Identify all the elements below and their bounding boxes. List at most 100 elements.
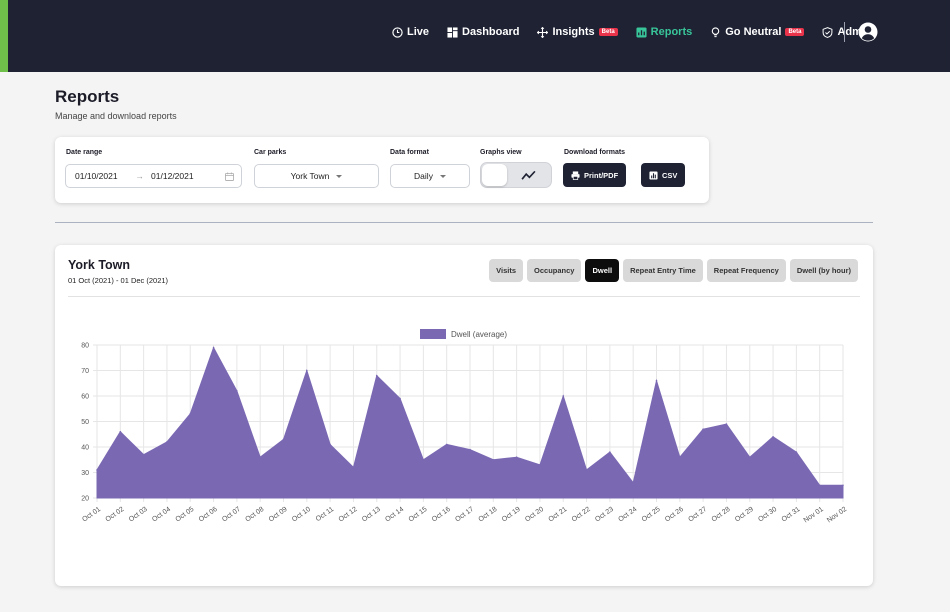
x-tick-label: Oct 13 <box>361 506 382 524</box>
beta-badge: Beta <box>785 28 805 36</box>
data-point <box>702 428 704 430</box>
data-point <box>96 469 98 471</box>
x-tick-label: Oct 09 <box>268 506 289 524</box>
data-point <box>306 369 308 372</box>
graphs-view-label: Graphs view <box>480 149 522 156</box>
brand-accent-strip <box>0 0 8 72</box>
move-icon <box>537 26 549 38</box>
x-tick-label: Oct 18 <box>478 506 499 524</box>
nav-item-label: Reports <box>650 26 693 38</box>
y-tick-label: 30 <box>81 470 89 477</box>
data-point <box>795 451 798 453</box>
nav-item-insights[interactable]: Insights Beta <box>537 26 618 38</box>
download-formats-label: Download formats <box>564 149 626 156</box>
graphs-view-toggle[interactable] <box>480 162 552 188</box>
nav-item-reports[interactable]: Reports <box>636 26 693 38</box>
x-tick-label: Oct 26 <box>664 506 685 524</box>
data-point <box>445 443 448 446</box>
legend-label: Dwell (average) <box>451 330 507 339</box>
data-point <box>212 346 215 349</box>
x-tick-label: Oct 04 <box>151 506 172 524</box>
nav-item-label: Go Neutral <box>725 26 782 38</box>
nav-item-live[interactable]: Live <box>392 26 429 38</box>
data-point <box>259 456 261 458</box>
printer-icon <box>571 170 580 180</box>
x-tick-label: Oct 05 <box>174 506 195 524</box>
user-avatar-icon[interactable] <box>858 22 878 42</box>
x-tick-label: Nov 02 <box>826 506 848 525</box>
x-tick-label: Oct 02 <box>105 506 126 524</box>
data-point <box>818 484 821 487</box>
y-tick-label: 60 <box>81 394 89 401</box>
report-card: York Town 01 Oct (2021) - 01 Dec (2021) … <box>55 245 873 586</box>
car-park-value: York Town <box>290 171 330 181</box>
bulb-icon <box>711 26 720 37</box>
x-tick-label: Oct 28 <box>711 506 732 524</box>
data-point <box>655 379 658 382</box>
legend-swatch <box>420 329 446 339</box>
data-format-select[interactable]: Daily <box>390 164 470 188</box>
y-tick-label: 70 <box>81 368 89 375</box>
data-point <box>842 484 844 487</box>
shield-icon <box>823 26 833 38</box>
y-tick-label: 40 <box>81 445 89 452</box>
data-point <box>632 481 634 484</box>
x-tick-label: Oct 14 <box>384 506 405 524</box>
report-icon <box>636 26 647 38</box>
date-range-label: Date range <box>66 149 103 156</box>
page-title: Reports <box>55 87 120 106</box>
data-point <box>422 458 425 461</box>
data-point <box>282 438 285 441</box>
line-chart-icon <box>521 170 536 180</box>
y-tick-label: 50 <box>81 419 89 426</box>
x-tick-label: Oct 22 <box>571 506 592 524</box>
data-point <box>772 436 774 438</box>
x-tick-label: Oct 17 <box>454 506 475 524</box>
x-tick-label: Oct 07 <box>221 506 242 524</box>
data-point <box>609 451 611 453</box>
date-range-picker[interactable]: 01/10/2021 → 01/12/2021 <box>65 164 242 188</box>
nav-item-dashboard[interactable]: Dashboard <box>447 26 519 38</box>
data-point <box>189 413 192 415</box>
nav-item-go-neutral[interactable]: Go Neutral Beta <box>710 26 805 38</box>
x-tick-label: Oct 19 <box>501 506 522 524</box>
date-to-value: 01/12/2021 <box>151 171 194 181</box>
x-tick-label: Oct 23 <box>594 506 615 524</box>
x-tick-label: Oct 24 <box>617 506 638 524</box>
nav-item-label: Insights <box>552 26 595 38</box>
main-nav: Live Dashboard Insights Beta Reports Go … <box>392 22 890 42</box>
car-park-select[interactable]: York Town <box>254 164 379 188</box>
x-tick-label: Oct 29 <box>734 506 755 524</box>
x-tick-label: Oct 16 <box>431 506 452 524</box>
data-point <box>352 466 355 469</box>
x-tick-label: Oct 20 <box>524 506 545 524</box>
csv-button[interactable]: CSV <box>641 163 686 187</box>
x-tick-label: Oct 15 <box>408 506 429 524</box>
car-parks-label: Car parks <box>254 149 287 156</box>
nav-divider <box>844 22 845 42</box>
print-pdf-button[interactable]: Print/PDF <box>563 163 627 187</box>
data-point <box>679 456 681 458</box>
print-pdf-label: Print/PDF <box>584 170 619 180</box>
beta-badge: Beta <box>598 28 618 36</box>
x-tick-label: Oct 01 <box>81 506 102 524</box>
chevron-down-icon <box>439 174 446 178</box>
data-point <box>562 395 565 397</box>
data-point <box>399 397 401 400</box>
calendar-icon <box>225 172 234 181</box>
nav-item-label: Dashboard <box>462 26 520 38</box>
data-point <box>515 456 518 458</box>
clock-icon <box>392 26 403 38</box>
data-point <box>539 464 541 466</box>
x-tick-label: Oct 25 <box>641 506 662 524</box>
x-tick-label: Oct 10 <box>291 506 312 524</box>
nav-item-label: Live <box>407 26 430 38</box>
data-point <box>236 390 238 392</box>
chevron-down-icon <box>336 174 343 178</box>
data-point <box>748 456 751 458</box>
data-point <box>329 443 331 446</box>
data-point <box>166 441 168 443</box>
data-point <box>725 423 728 425</box>
x-tick-label: Oct 12 <box>338 506 359 524</box>
x-tick-label: Oct 27 <box>687 506 708 524</box>
